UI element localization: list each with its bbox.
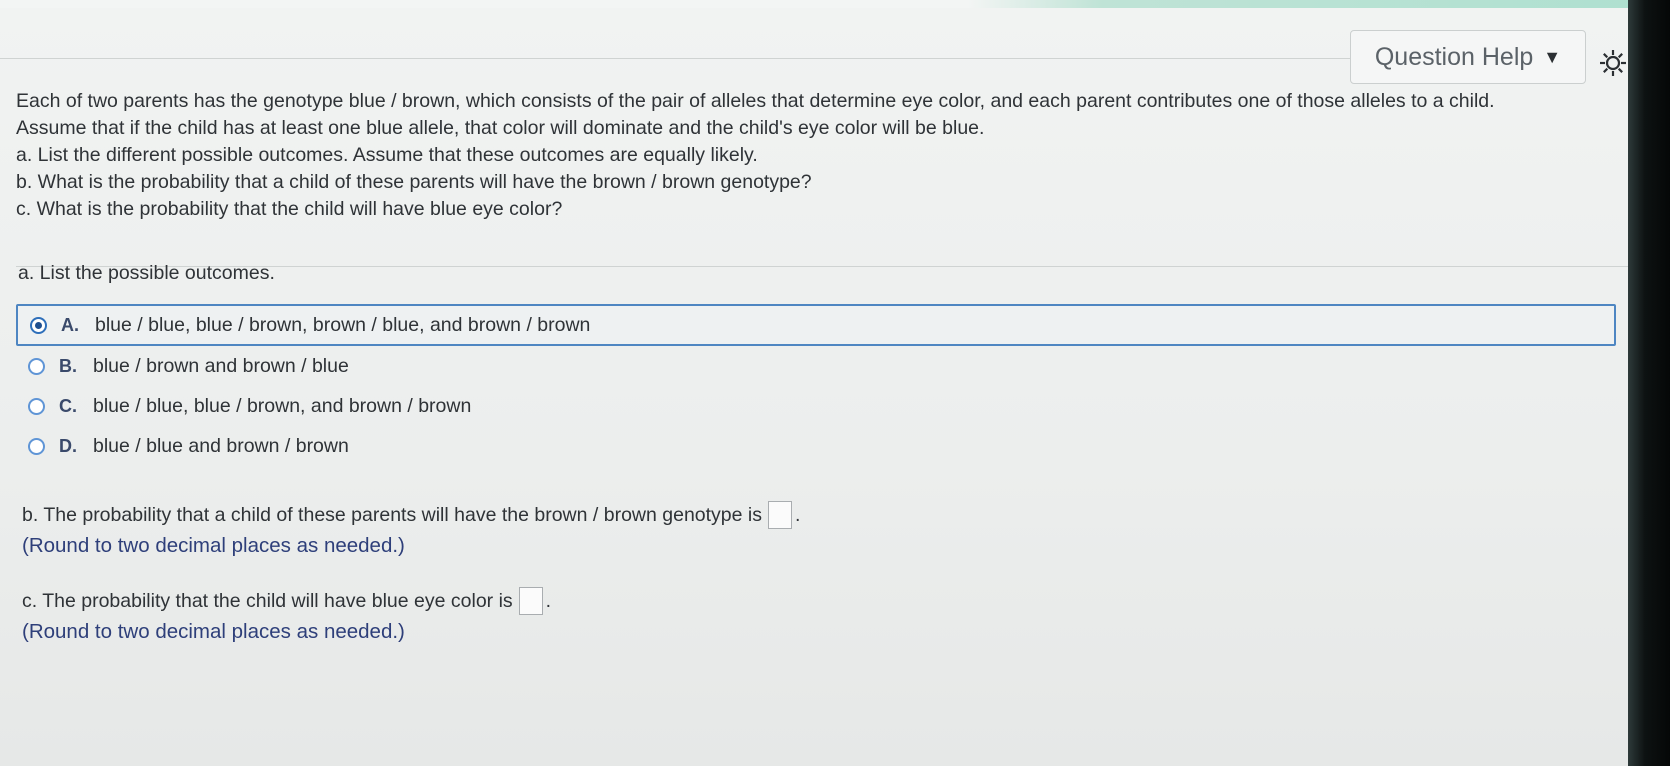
question-page: Question Help ▼ Each of two parents has …	[0, 8, 1628, 766]
option-text: blue / brown and brown / blue	[93, 354, 349, 377]
option-b[interactable]: B. blue / brown and brown / blue	[16, 346, 1616, 386]
part-b-answer-input[interactable]	[768, 501, 792, 529]
question-line: b. What is the probability that a child …	[16, 171, 812, 193]
question-line: a. List the different possible outcomes.…	[16, 144, 758, 166]
option-text: blue / blue, blue / brown, and brown / b…	[93, 394, 472, 417]
header-divider	[0, 58, 1350, 59]
part-c-suffix: .	[545, 589, 552, 612]
question-line: c. What is the probability that the chil…	[16, 198, 563, 220]
question-help-label: Question Help	[1374, 42, 1534, 71]
part-b-hint: (Round to two decimal places as needed.)	[22, 534, 405, 557]
option-letter: A.	[61, 314, 79, 335]
option-letter: C.	[59, 395, 77, 416]
option-text: blue / blue and brown / brown	[93, 434, 349, 457]
part-a-label: a. List the possible outcomes.	[18, 262, 275, 284]
caret-down-icon: ▼	[1543, 46, 1562, 67]
screen-edge	[1628, 0, 1670, 766]
option-d[interactable]: D. blue / blue and brown / brown	[16, 426, 1616, 466]
question-line: Assume that if the child has at least on…	[16, 117, 985, 139]
gear-icon[interactable]	[1596, 46, 1630, 80]
option-text: blue / blue, blue / brown, brown / blue,…	[95, 313, 591, 336]
part-c-answer-input[interactable]	[518, 587, 543, 615]
part-b-prompt: b. The probability that a child of these…	[22, 503, 762, 526]
option-letter: B.	[59, 355, 77, 376]
radio-icon[interactable]	[28, 357, 45, 375]
part-b: b. The probability that a child of these…	[22, 498, 800, 558]
part-c-hint: (Round to two decimal places as needed.)	[22, 620, 405, 643]
radio-icon[interactable]	[28, 397, 45, 415]
option-letter: D.	[59, 435, 77, 456]
part-c-prompt: c. The probability that the child will h…	[22, 589, 513, 612]
answer-options: A. blue / blue, blue / brown, brown / bl…	[16, 304, 1616, 466]
question-help-button[interactable]: Question Help ▼	[1350, 30, 1586, 84]
question-line: Each of two parents has the genotype blu…	[16, 90, 1495, 112]
question-text: Each of two parents has the genotype blu…	[16, 88, 1616, 223]
part-c: c. The probability that the child will h…	[22, 584, 551, 644]
radio-checked-icon[interactable]	[30, 316, 47, 334]
top-bar	[0, 0, 1670, 8]
option-c[interactable]: C. blue / blue, blue / brown, and brown …	[16, 386, 1616, 426]
option-a[interactable]: A. blue / blue, blue / brown, brown / bl…	[16, 304, 1616, 346]
radio-icon[interactable]	[28, 437, 45, 455]
part-b-suffix: .	[795, 503, 801, 526]
